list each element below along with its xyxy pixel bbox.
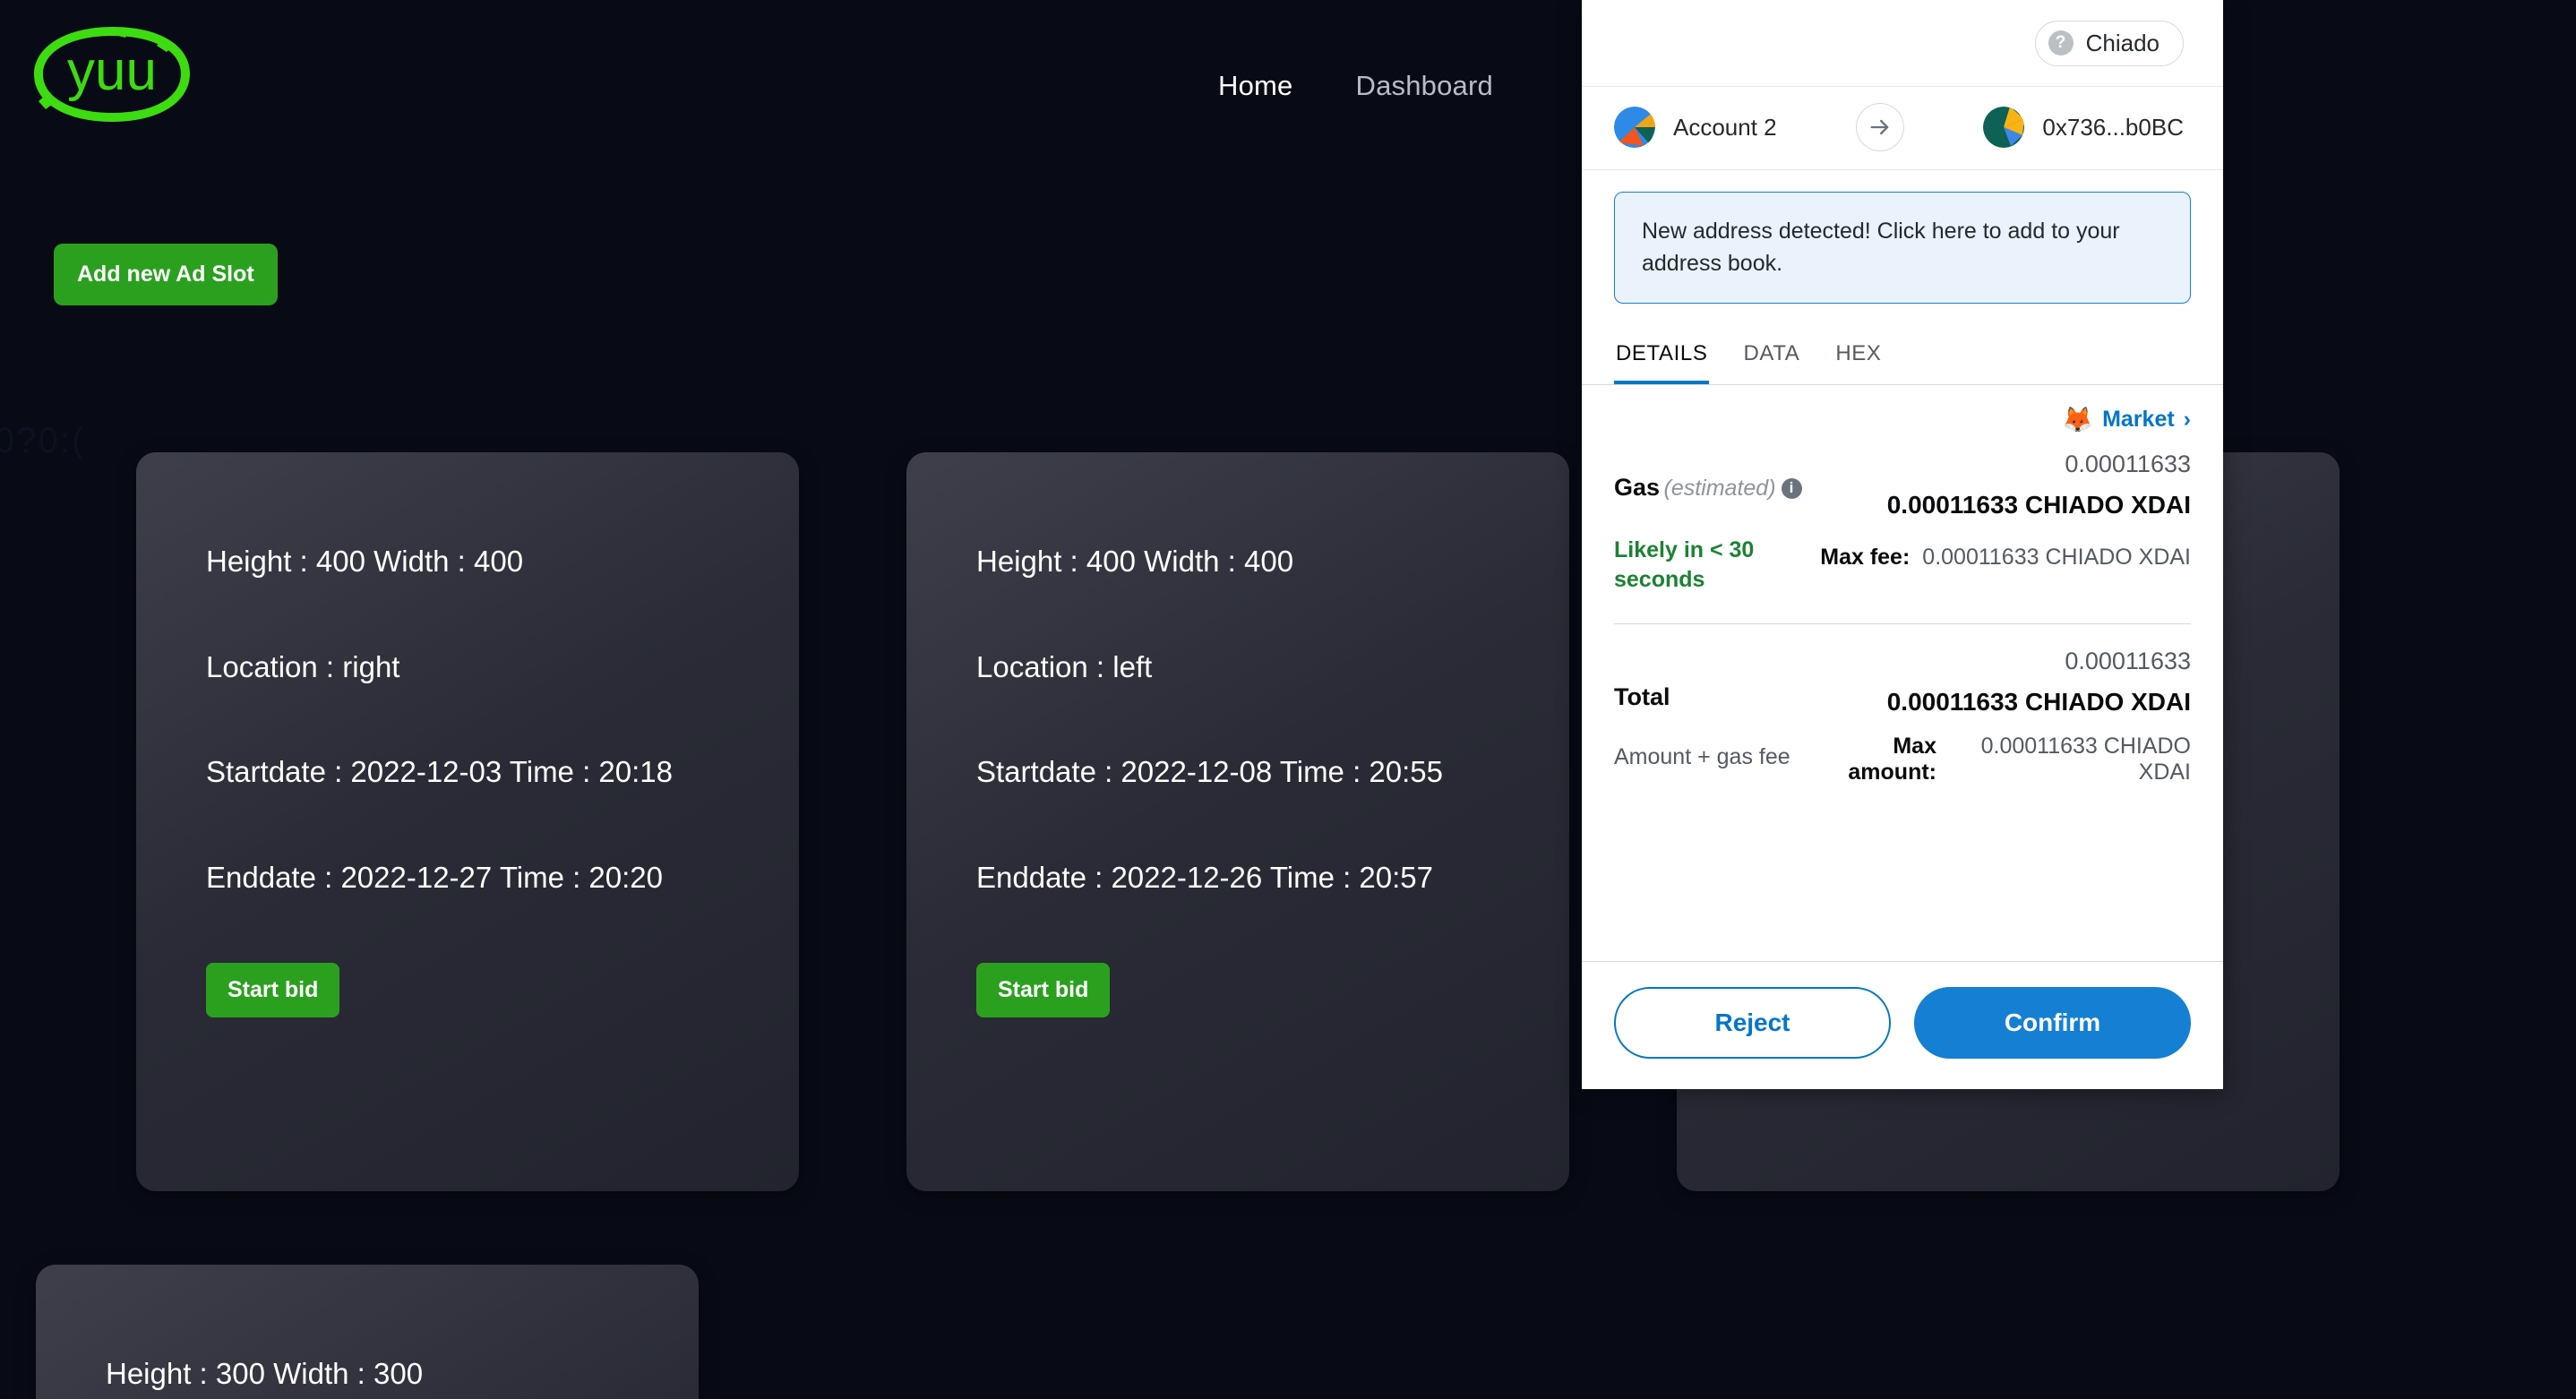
market-link[interactable]: 🦊 Market › [1614, 405, 2191, 434]
max-fee-wrap: Max fee: 0.00011633 CHIADO XDAI [1809, 521, 2191, 595]
network-unknown-icon: ? [2048, 30, 2074, 56]
ad-slot-card[interactable]: Height : 400 Width : 400 Location : left… [906, 452, 1569, 1191]
max-amount-wrap: Max amount: 0.00011633 CHIADO XDAI [1809, 719, 2191, 785]
network-name: Chiado [2085, 29, 2160, 56]
confirm-button[interactable]: Confirm [1914, 987, 2191, 1059]
start-bid-button[interactable]: Start bid [976, 963, 1111, 1018]
max-fee-row: Max fee: 0.00011633 CHIADO XDAI [1809, 545, 2191, 571]
card-body: Height : 400 Width : 400 Location : left… [906, 452, 1569, 897]
arrow-right-icon [1856, 103, 1905, 151]
sender-account[interactable]: Account 2 [1614, 107, 1777, 148]
recipient-address: 0x736...b0BC [2042, 113, 2184, 141]
max-fee-value: 0.00011633 CHIADO XDAI [1922, 545, 2191, 571]
card-size: Height : 400 Width : 400 [206, 545, 524, 578]
network-selector[interactable]: ? Chiado [2034, 20, 2184, 66]
ad-slot-card[interactable]: Height : 400 Width : 400 Location : righ… [136, 452, 799, 1191]
total-row: Total 0.00011633 0.00011633 CHIADO XDAI [1614, 648, 2191, 718]
total-label: Total [1614, 683, 1670, 711]
total-values: 0.00011633 0.00011633 CHIADO XDAI [1809, 648, 2191, 718]
market-link-label: Market [2102, 407, 2175, 432]
reject-button[interactable]: Reject [1614, 987, 1891, 1059]
gas-estimated-note: (estimated) [1663, 476, 1776, 501]
recipient-identicon [1983, 107, 2025, 148]
gas-labels: Gas (estimated) i [1614, 451, 1809, 521]
start-bid-button[interactable]: Start bid [206, 963, 340, 1018]
card-location: Location : right [206, 649, 400, 683]
card-body: Height : 300 Width : 300 [36, 1265, 699, 1394]
max-fee-label: Max fee: [1820, 545, 1911, 571]
tab-details[interactable]: DETAILS [1614, 332, 1710, 384]
popup-tabs: DETAILS DATA HEX [1582, 332, 2223, 385]
new-address-alert[interactable]: New address detected! Click here to add … [1614, 192, 2191, 304]
card-location: Location : left [976, 649, 1153, 683]
card-startdate: Startdate : 2022-12-03 Time : 20:18 [206, 755, 673, 789]
metamask-fox-icon: 🦊 [2062, 406, 2094, 433]
ad-slot-card[interactable]: Height : 300 Width : 300 Start bid [36, 1265, 699, 1399]
card-enddate: Enddate : 2022-12-27 Time : 20:20 [206, 860, 664, 894]
details-panel: 🦊 Market › Gas (estimated) i 0.00011633 0… [1582, 385, 2223, 961]
chevron-right-icon: › [2183, 407, 2191, 432]
total-subtitle: Amount + gas fee [1614, 743, 1790, 769]
section-divider [1614, 623, 2191, 625]
gas-row: Gas (estimated) i 0.00011633 0.00011633 C… [1614, 451, 2191, 521]
gas-label: Gas [1614, 474, 1661, 501]
total-fiat-amount: 0.00011633 CHIADO XDAI [1886, 688, 2191, 717]
gas-speed-wrap: Likely in < 30 seconds [1614, 521, 1809, 595]
max-amount-row: Amount + gas fee Max amount: 0.00011633 … [1614, 719, 2191, 785]
gas-values: 0.00011633 0.00011633 CHIADO XDAI [1809, 451, 2191, 521]
card-size: Height : 400 Width : 400 [976, 545, 1294, 578]
total-labels: Total [1614, 648, 1809, 718]
gas-native-amount: 0.00011633 [2065, 451, 2191, 477]
tab-hex[interactable]: HEX [1833, 332, 1883, 384]
network-row: ? Chiado [1582, 0, 2223, 86]
total-subtitle-wrap: Amount + gas fee [1614, 719, 1809, 785]
gas-speed-text: Likely in < 30 seconds [1614, 537, 1755, 593]
max-amount-inner: Max amount: 0.00011633 CHIADO XDAI [1809, 734, 2191, 785]
tab-data[interactable]: DATA [1741, 332, 1801, 384]
total-native-amount: 0.00011633 [2065, 648, 2191, 675]
gas-speed-row: Likely in < 30 seconds Max fee: 0.000116… [1614, 521, 2191, 595]
card-enddate: Enddate : 2022-12-26 Time : 20:57 [976, 860, 1434, 894]
gas-label-line: Gas (estimated) i [1614, 474, 1809, 502]
card-size: Height : 300 Width : 300 [106, 1357, 424, 1390]
recipient-account[interactable]: 0x736...b0BC [1983, 107, 2184, 148]
card-startdate: Startdate : 2022-12-08 Time : 20:55 [976, 755, 1443, 789]
sender-account-name: Account 2 [1673, 113, 1777, 141]
card-body: Height : 400 Width : 400 Location : righ… [136, 452, 799, 897]
max-amount-value: 0.00011633 CHIADO XDAI [1980, 733, 2191, 785]
sender-identicon [1614, 107, 1655, 148]
max-amount-label: Max amount: [1848, 733, 1936, 785]
info-icon[interactable]: i [1781, 477, 1802, 499]
account-transfer-row: Account 2 0x736...b0BC [1582, 86, 2223, 170]
metamask-confirmation-popup: ? Chiado Account 2 0x736...b0BC New addr… [1582, 0, 2223, 1089]
gas-fiat-amount: 0.00011633 CHIADO XDAI [1886, 491, 2191, 519]
popup-footer: Reject Confirm [1582, 961, 2223, 1089]
